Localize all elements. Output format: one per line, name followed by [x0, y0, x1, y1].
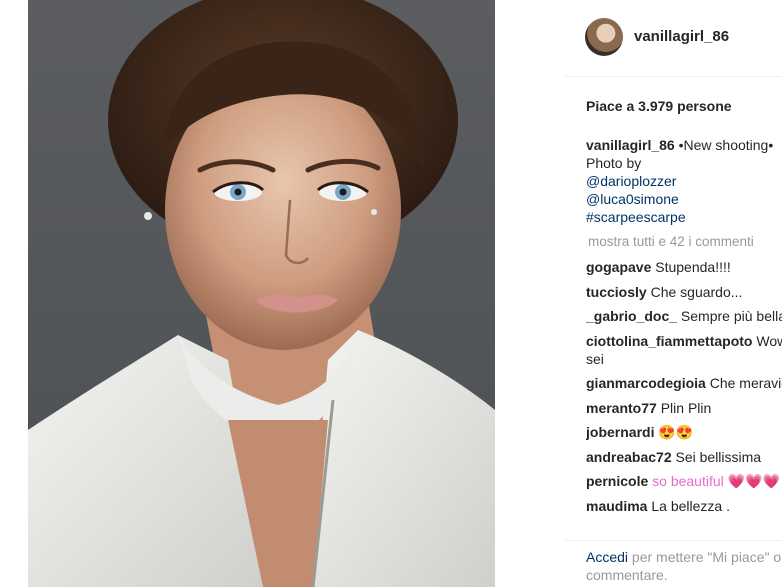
comment-user[interactable]: maudima [586, 498, 647, 514]
comment-text: Che meravigli [709, 375, 782, 391]
comment-item: gianmarcodegioia Che meravigli [586, 374, 782, 392]
avatar[interactable] [585, 18, 623, 56]
comment-item: andreabac72 Sei bellissima [586, 448, 782, 466]
comment-item: gogapave Stupenda!!!! [586, 258, 782, 276]
caption-text: •New shooting• [678, 137, 774, 153]
likes-count[interactable]: Piace a 3.979 persone [586, 98, 732, 114]
comment-user[interactable]: tucciosly [586, 284, 647, 300]
post-caption: vanillagirl_86 •New shooting• Photo by @… [586, 136, 782, 226]
comment-item: maudima La bellezza . [586, 497, 782, 515]
author-username[interactable]: vanillagirl_86 [634, 28, 729, 45]
comment-user[interactable]: andreabac72 [586, 449, 672, 465]
comment-text: La bellezza . [651, 497, 730, 514]
comment-text: Wow [756, 332, 782, 349]
post-photo[interactable] [28, 0, 495, 587]
caption-hashtag[interactable]: #scarpeescarpe [586, 209, 686, 225]
comment-user[interactable]: gogapave [586, 259, 651, 275]
comment-user[interactable]: meranto77 [586, 400, 657, 416]
comment-item: pernicole so beautiful 💗💗💗 [586, 472, 782, 490]
caption-mention-darioplozzer[interactable]: @darioplozzer [586, 173, 676, 189]
login-prompt-text-2: commentare. [586, 567, 668, 583]
comment-user[interactable]: gianmarcodegioia [586, 375, 706, 391]
comment-item: jobernardi 😍😍 [586, 423, 782, 441]
comment-item: tucciosly Che sguardo... [586, 283, 782, 301]
comment-text-continued: sei [586, 350, 604, 367]
comment-text: Stupenda!!!! [655, 259, 731, 275]
login-prompt-text: per mettere "Mi piace" o [631, 549, 782, 565]
comment-text: Sempre più bella [680, 308, 782, 324]
login-link[interactable]: Accedi [586, 549, 628, 565]
comment-text: 😍😍 [658, 424, 694, 440]
login-prompt: Accedi per mettere "Mi piace" o commenta… [586, 548, 782, 584]
portrait-image [28, 0, 495, 587]
comment-user[interactable]: ciottolina_fiammettapoto [586, 333, 752, 349]
caption-mention-luca0simone[interactable]: @luca0simone [586, 191, 679, 207]
comment-item: _gabrio_doc_ Sempre più bella [586, 307, 782, 325]
post-footer: Accedi per mettere "Mi piace" o commenta… [565, 540, 782, 588]
comments-list: gogapave Stupenda!!!! tucciosly Che sgua… [586, 258, 782, 533]
comment-text: Plin Plin [660, 399, 712, 416]
comment-user[interactable]: _gabrio_doc_ [586, 308, 677, 324]
comment-text: Che sguardo... [650, 283, 743, 300]
comment-user[interactable]: jobernardi [586, 424, 654, 440]
comment-text: so beautiful 💗💗💗 [652, 473, 780, 489]
caption-line-2: Photo by [586, 155, 642, 171]
post-header: vanillagirl_86 [565, 0, 782, 77]
comment-item: meranto77 Plin Plin [586, 399, 782, 417]
show-all-comments-link[interactable]: mostra tutti e 42 i commenti [588, 234, 754, 249]
comment-item: ciottolina_fiammettapoto Wow sei [586, 332, 782, 368]
comment-text: Sei bellissima [675, 448, 762, 465]
comment-user[interactable]: pernicole [586, 473, 648, 489]
caption-author[interactable]: vanillagirl_86 [586, 137, 675, 153]
left-margin [0, 0, 28, 587]
